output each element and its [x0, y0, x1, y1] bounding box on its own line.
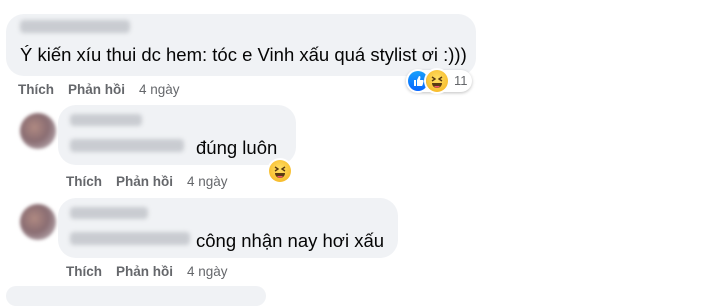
like-button[interactable]: Thích	[18, 82, 54, 97]
reply-button[interactable]: Phản hồi	[68, 82, 125, 97]
comment-text: Ý kiến xíu thui dc hem: tóc e Vinh xấu q…	[20, 44, 467, 65]
author-name-blurred[interactable]	[70, 207, 148, 219]
comment-bubble-partial	[6, 286, 266, 306]
haha-emoji-icon[interactable]	[269, 160, 291, 182]
like-thumb-icon	[408, 71, 428, 91]
comment-actions: Thích Phản hồi 4 ngày	[66, 264, 228, 279]
haha-emoji-icon	[426, 70, 448, 92]
comment-bubble: công nhận nay hơi xấu	[58, 198, 398, 258]
author-name-blurred[interactable]	[70, 114, 142, 126]
comment-bubble: đúng luôn	[58, 105, 296, 165]
comment-text: đúng luôn	[196, 137, 278, 158]
comment-text: công nhận nay hơi xấu	[196, 230, 385, 251]
timestamp[interactable]: 4 ngày	[187, 174, 228, 189]
like-button[interactable]: Thích	[66, 174, 102, 189]
author-name-blurred[interactable]	[20, 20, 130, 33]
comment-bubble: Ý kiến xíu thui dc hem: tóc e Vinh xấu q…	[6, 14, 476, 76]
reply-button[interactable]: Phản hồi	[116, 264, 173, 279]
avatar[interactable]	[20, 204, 56, 240]
timestamp[interactable]: 4 ngày	[187, 264, 228, 279]
comment-actions: Thích Phản hồi 4 ngày	[18, 82, 180, 97]
reaction-summary[interactable]: 11	[406, 70, 472, 92]
like-button[interactable]: Thích	[66, 264, 102, 279]
reply-button[interactable]: Phản hồi	[116, 174, 173, 189]
timestamp[interactable]: 4 ngày	[139, 82, 180, 97]
reaction-count: 11	[454, 73, 468, 88]
avatar[interactable]	[20, 113, 56, 149]
author-subtitle-blurred	[70, 232, 190, 245]
author-subtitle-blurred	[70, 139, 184, 152]
comment-actions: Thích Phản hồi 4 ngày	[66, 174, 228, 189]
